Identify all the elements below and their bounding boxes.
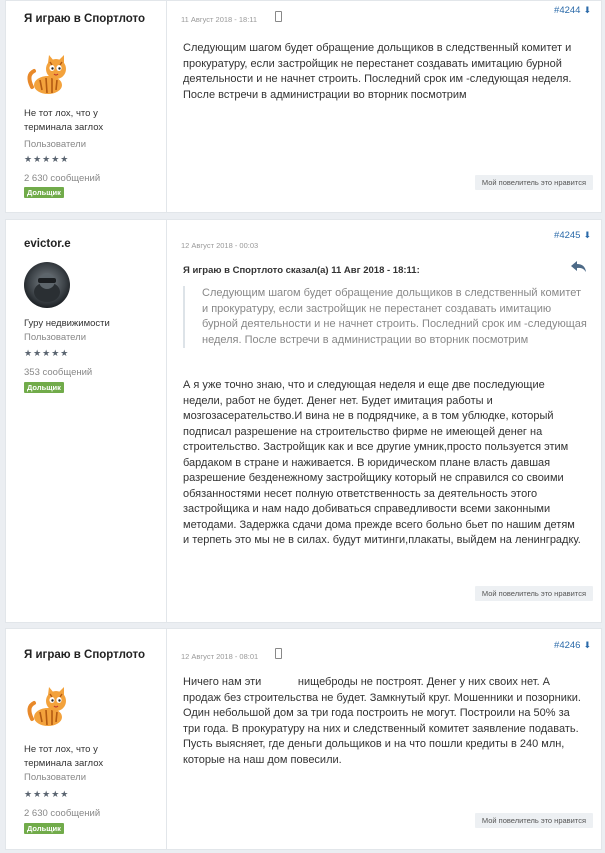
reply-icon[interactable] <box>571 260 587 277</box>
like-button[interactable]: Мой повелитель это нравится <box>474 813 593 828</box>
message-count: 2 630 сообщений <box>24 173 101 184</box>
tiger-cat-icon <box>27 55 66 94</box>
user-group: Пользователи <box>24 772 87 783</box>
pin-icon: ⬇ <box>583 230 591 240</box>
author-panel: evictor.e Гуру недвижимости Пользователи… <box>6 220 167 622</box>
avatar[interactable] <box>24 53 70 99</box>
status-badge: Дольщик <box>24 187 64 198</box>
avatar[interactable] <box>24 262 70 308</box>
user-group: Пользователи <box>24 332 87 343</box>
rank-title: Гуру недвижимости <box>24 318 110 329</box>
post-body: Следующим шагом будет обращение дольщико… <box>183 42 572 101</box>
tiger-cat-icon <box>27 687 66 726</box>
rank-title: Не тот лох, что у терминала заглох <box>24 108 104 133</box>
post-4245: evictor.e Гуру недвижимости Пользователи… <box>5 219 602 623</box>
quote-header: Я играю в Спортлото сказал(а) 11 Авг 201… <box>183 265 420 276</box>
post-date: 12 Август 2018 - 00:03 <box>181 241 259 250</box>
post-number-link[interactable]: #4246 ⬇ <box>554 640 591 651</box>
post-date: 12 Август 2018 - 08:01 <box>181 652 259 661</box>
like-button[interactable]: Мой повелитель это нравится <box>474 586 593 601</box>
author-name[interactable]: Я играю в Спортлото <box>24 649 145 661</box>
mobile-icon <box>275 648 282 659</box>
author-panel: Я играю в Спортлото Не тот лох, что у те… <box>6 1 167 212</box>
author-panel: Я играю в Спортлото Не тот лох, что у те… <box>6 629 167 849</box>
post-4246: Я играю в Спортлото Не тот лох, что у те… <box>5 628 602 850</box>
like-button[interactable]: Мой повелитель это нравится <box>474 175 593 190</box>
post-number[interactable]: #4244 <box>554 5 580 16</box>
author-name[interactable]: Я играю в Спортлото <box>24 13 145 25</box>
message-count: 2 630 сообщений <box>24 808 101 819</box>
post-number-link[interactable]: #4244 ⬇ <box>554 5 591 16</box>
rating-stars: ★★★★★ <box>24 348 70 358</box>
user-group: Пользователи <box>24 139 87 150</box>
post-4244: Я играю в Спортлото Не тот лох, что у те… <box>5 0 602 213</box>
avatar[interactable] <box>24 685 70 731</box>
message-count: 353 сообщений <box>24 367 93 378</box>
author-name[interactable]: evictor.e <box>24 238 71 250</box>
rank-title: Не тот лох, что у терминала заглох <box>24 744 104 769</box>
rating-stars: ★★★★★ <box>24 789 70 799</box>
mobile-icon <box>275 11 282 22</box>
status-badge: Дольщик <box>24 823 64 834</box>
post-number[interactable]: #4246 <box>554 640 580 651</box>
post-body: Ничего нам эти нищеброды не построят. Де… <box>183 676 584 766</box>
pin-icon: ⬇ <box>583 5 591 15</box>
pin-icon: ⬇ <box>583 640 591 650</box>
post-date: 11 Август 2018 - 18:11 <box>181 15 258 24</box>
rating-stars: ★★★★★ <box>24 154 70 164</box>
quoted-text: Следующим шагом будет обращение дольщико… <box>183 286 587 348</box>
photo-avatar <box>24 262 70 308</box>
post-number[interactable]: #4245 <box>554 230 580 241</box>
post-body: А я уже точно знаю, что и следующая неде… <box>183 379 581 546</box>
status-badge: Дольщик <box>24 382 64 393</box>
post-number-link[interactable]: #4245 ⬇ <box>554 230 591 241</box>
